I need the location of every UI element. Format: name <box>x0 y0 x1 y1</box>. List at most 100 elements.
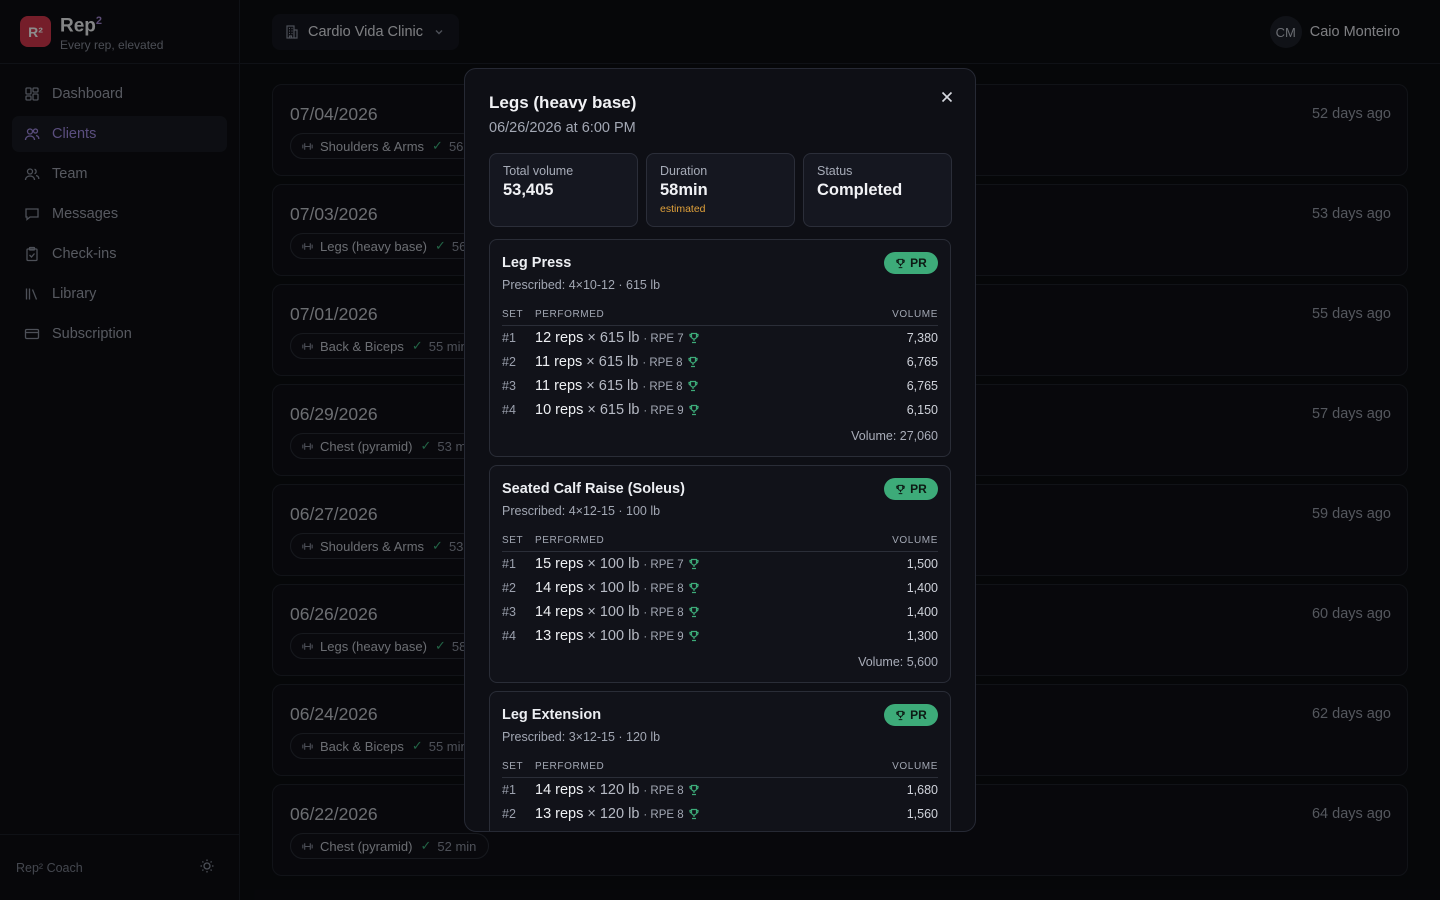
trophy-icon <box>896 258 905 268</box>
set-rpe: · RPE 8 <box>643 607 684 619</box>
stat-status: Status Completed <box>803 153 952 227</box>
set-reps: 11 reps <box>535 378 583 394</box>
set-number: #4 <box>502 629 516 643</box>
set-number: #1 <box>502 557 516 571</box>
exercise-prescribed: Prescribed: 4×12-15 · 100 lb <box>502 504 661 518</box>
column-header-volume: VOLUME <box>892 535 938 546</box>
trophy-icon <box>688 630 700 642</box>
column-header-performed: PERFORMED <box>535 535 605 546</box>
stat-label: Total volume <box>503 164 574 178</box>
modal-title: Legs (heavy base) <box>489 93 637 112</box>
set-volume: 6,150 <box>906 403 938 417</box>
exercise-card: Leg Press Prescribed: 4×10-12 · 615 lb P… <box>489 239 951 457</box>
column-header-set: SET <box>502 761 524 772</box>
stat-duration: Duration 58min estimated <box>646 153 795 227</box>
trophy-icon <box>896 710 905 720</box>
exercise-name: Leg Press <box>502 255 572 271</box>
exercise-name: Leg Extension <box>502 707 602 723</box>
set-rpe: · RPE 7 <box>643 559 684 571</box>
set-reps: 14 reps <box>535 782 584 798</box>
set-weight: × 100 lb <box>587 628 640 644</box>
set-weight: × 100 lb <box>587 556 640 572</box>
set-rpe: · RPE 9 <box>643 405 684 417</box>
column-header-performed: PERFORMED <box>535 761 605 772</box>
trophy-icon <box>688 582 700 594</box>
trophy-icon <box>688 808 700 820</box>
set-reps: 13 reps <box>535 806 584 822</box>
table-row: #3 11 reps × 615 lb · RPE 8 6,765 <box>502 374 938 398</box>
set-weight: × 100 lb <box>587 604 640 620</box>
trophy-icon <box>688 332 700 344</box>
stat-label: Status <box>817 164 853 178</box>
trophy-icon <box>896 484 905 494</box>
set-number: #4 <box>502 403 516 417</box>
close-button[interactable] <box>935 85 959 109</box>
table-header: SET PERFORMED VOLUME <box>502 756 938 778</box>
exercise-prescribed: Prescribed: 4×10-12 · 615 lb <box>502 278 661 292</box>
set-rpe: · RPE 7 <box>643 333 684 345</box>
pr-label: PR <box>910 256 927 270</box>
set-weight: × 100 lb <box>587 580 640 596</box>
set-reps: 14 reps <box>535 604 584 620</box>
trophy-icon <box>688 606 700 618</box>
trophy-icon <box>688 558 700 570</box>
trophy-icon <box>688 784 700 796</box>
table-row: #2 13 reps × 120 lb · RPE 8 1,560 <box>502 802 938 826</box>
set-volume: 6,765 <box>906 379 938 393</box>
set-number: #2 <box>502 807 516 821</box>
column-header-volume: VOLUME <box>892 761 938 772</box>
set-reps: 15 reps <box>535 556 584 572</box>
set-weight: × 120 lb <box>587 782 640 798</box>
set-reps: 14 reps <box>535 580 584 596</box>
set-weight: × 120 lb <box>587 806 640 822</box>
stat-total-volume: Total volume 53,405 <box>489 153 638 227</box>
set-number: #1 <box>502 783 516 797</box>
set-number: #2 <box>502 355 516 369</box>
table-row: #2 11 reps × 615 lb · RPE 8 6,765 <box>502 350 938 374</box>
sets-table: SET PERFORMED VOLUME #1 14 reps × 120 lb ·… <box>502 756 938 826</box>
set-rpe: · RPE 8 <box>642 381 683 393</box>
table-row: #3 14 reps × 100 lb · RPE 8 1,400 <box>502 600 938 624</box>
table-header: SET PERFORMED VOLUME <box>502 530 938 552</box>
exercise-name: Seated Calf Raise (Soleus) <box>502 481 685 497</box>
stat-value: Completed <box>817 181 903 199</box>
set-number: #1 <box>502 331 516 345</box>
set-volume: 1,300 <box>906 629 938 643</box>
table-row: #1 15 reps × 100 lb · RPE 7 1,500 <box>502 552 938 576</box>
exercise-prescribed: Prescribed: 3×12-15 · 120 lb <box>502 730 661 744</box>
table-row: #1 12 reps × 615 lb · RPE 7 7,380 <box>502 326 938 350</box>
sets-table: SET PERFORMED VOLUME #1 12 reps × 615 lb ·… <box>502 304 938 422</box>
set-reps: 13 reps <box>535 628 584 644</box>
set-number: #3 <box>502 605 516 619</box>
close-icon <box>941 91 953 103</box>
set-number: #3 <box>502 379 516 393</box>
stat-label: Duration <box>660 164 708 178</box>
table-row: #4 13 reps × 100 lb · RPE 9 1,300 <box>502 624 938 648</box>
stat-note: estimated <box>660 203 706 215</box>
set-volume: 1,400 <box>906 605 938 619</box>
set-weight: × 615 lb <box>587 330 640 346</box>
table-row: #4 10 reps × 615 lb · RPE 9 6,150 <box>502 398 938 422</box>
set-volume: 6,765 <box>906 355 938 369</box>
set-weight: × 615 lb <box>586 378 639 394</box>
set-rpe: · RPE 8 <box>642 357 683 369</box>
table-header: SET PERFORMED VOLUME <box>502 304 938 326</box>
set-rpe: · RPE 8 <box>643 809 684 821</box>
set-reps: 10 reps <box>535 402 584 418</box>
set-volume: 1,500 <box>906 557 938 571</box>
pr-label: PR <box>910 482 927 496</box>
set-reps: 12 reps <box>535 330 584 346</box>
column-header-set: SET <box>502 535 524 546</box>
exercise-volume-total: Volume: 5,600 <box>858 655 938 669</box>
trophy-icon <box>687 380 699 392</box>
table-row: #2 14 reps × 100 lb · RPE 8 1,400 <box>502 576 938 600</box>
column-header-performed: PERFORMED <box>535 309 605 320</box>
set-weight: × 615 lb <box>586 354 639 370</box>
set-reps: 11 reps <box>535 354 583 370</box>
sets-table: SET PERFORMED VOLUME #1 15 reps × 100 lb ·… <box>502 530 938 648</box>
trophy-icon <box>688 404 700 416</box>
pr-label: PR <box>910 708 927 722</box>
column-header-volume: VOLUME <box>892 309 938 320</box>
pr-badge: PR <box>884 478 938 500</box>
set-rpe: · RPE 9 <box>643 631 684 643</box>
